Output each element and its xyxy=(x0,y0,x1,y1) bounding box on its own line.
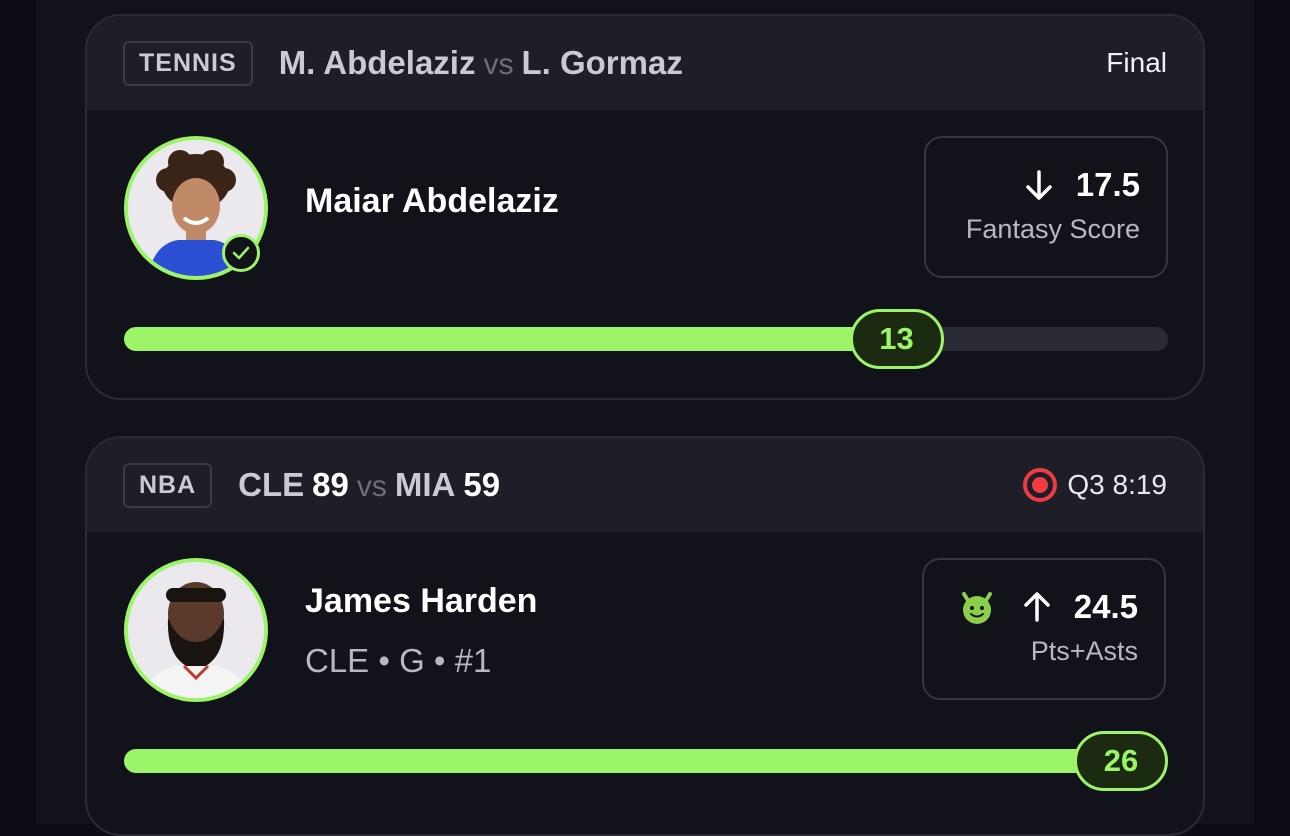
game-status: Final xyxy=(1106,47,1167,79)
game-status-text: Final xyxy=(1106,47,1167,78)
projection-stat: Fantasy Score xyxy=(965,214,1140,244)
arrow-up-icon xyxy=(1020,590,1054,624)
matchup: M. Abdelaziz vs L. Gormaz xyxy=(279,44,683,82)
card-header: TENNIS M. Abdelaziz vs L. Gormaz Final xyxy=(87,16,1203,110)
team-a-score: 89 xyxy=(312,466,349,503)
projection-box[interactable]: 17.5 Fantasy Score xyxy=(924,136,1168,278)
player-meta: CLE • G • #1 xyxy=(305,642,492,679)
projection-box[interactable]: 24.5 Pts+Asts xyxy=(922,558,1166,700)
card-header: NBA CLE 89 vs MIA 59 Q3 8:19 xyxy=(87,438,1203,532)
player-avatar[interactable] xyxy=(124,558,268,702)
team-b: MIA xyxy=(394,466,456,503)
player-name[interactable]: Maiar Abdelaziz xyxy=(305,182,559,221)
projection-value: 24.5 xyxy=(1073,588,1138,625)
matchup: CLE 89 vs MIA 59 xyxy=(238,466,500,504)
projection-line: 17.5 xyxy=(926,166,1140,204)
pick-card[interactable]: NBA CLE 89 vs MIA 59 Q3 8:19 James Harde… xyxy=(85,436,1205,836)
pick-card[interactable]: TENNIS M. Abdelaziz vs L. Gormaz Final M xyxy=(85,14,1205,400)
projection-line: 24.5 xyxy=(924,588,1138,626)
progress-value-pill: 13 xyxy=(849,309,944,369)
progress-track: 26 xyxy=(124,731,1168,791)
sport-badge: TENNIS xyxy=(123,40,253,86)
arrow-down-icon xyxy=(1022,168,1056,202)
sport-badge: NBA xyxy=(123,462,213,508)
game-clock: Q3 8:19 xyxy=(1067,469,1167,500)
team-b-score: 59 xyxy=(463,466,501,503)
team-a: M. Abdelaziz xyxy=(278,44,476,81)
progress-track: 13 xyxy=(124,309,1168,369)
verified-badge xyxy=(222,234,260,272)
progress-fill xyxy=(124,749,1121,773)
progress-fill xyxy=(124,327,897,351)
player-name[interactable]: James Harden xyxy=(305,582,537,621)
game-status: Q3 8:19 xyxy=(1023,468,1167,502)
progress-value-pill: 26 xyxy=(1074,731,1168,791)
projection-stat: Pts+Asts xyxy=(1030,636,1138,666)
demon-icon xyxy=(958,588,996,626)
projection-value: 17.5 xyxy=(1075,166,1140,203)
vs-label: vs xyxy=(483,48,514,81)
live-indicator-icon xyxy=(1023,468,1058,502)
vs-label: vs xyxy=(356,470,387,503)
player-headshot-icon xyxy=(128,562,264,698)
team-a: CLE xyxy=(238,466,305,503)
team-b: L. Gormaz xyxy=(521,44,683,81)
check-icon xyxy=(232,246,250,260)
